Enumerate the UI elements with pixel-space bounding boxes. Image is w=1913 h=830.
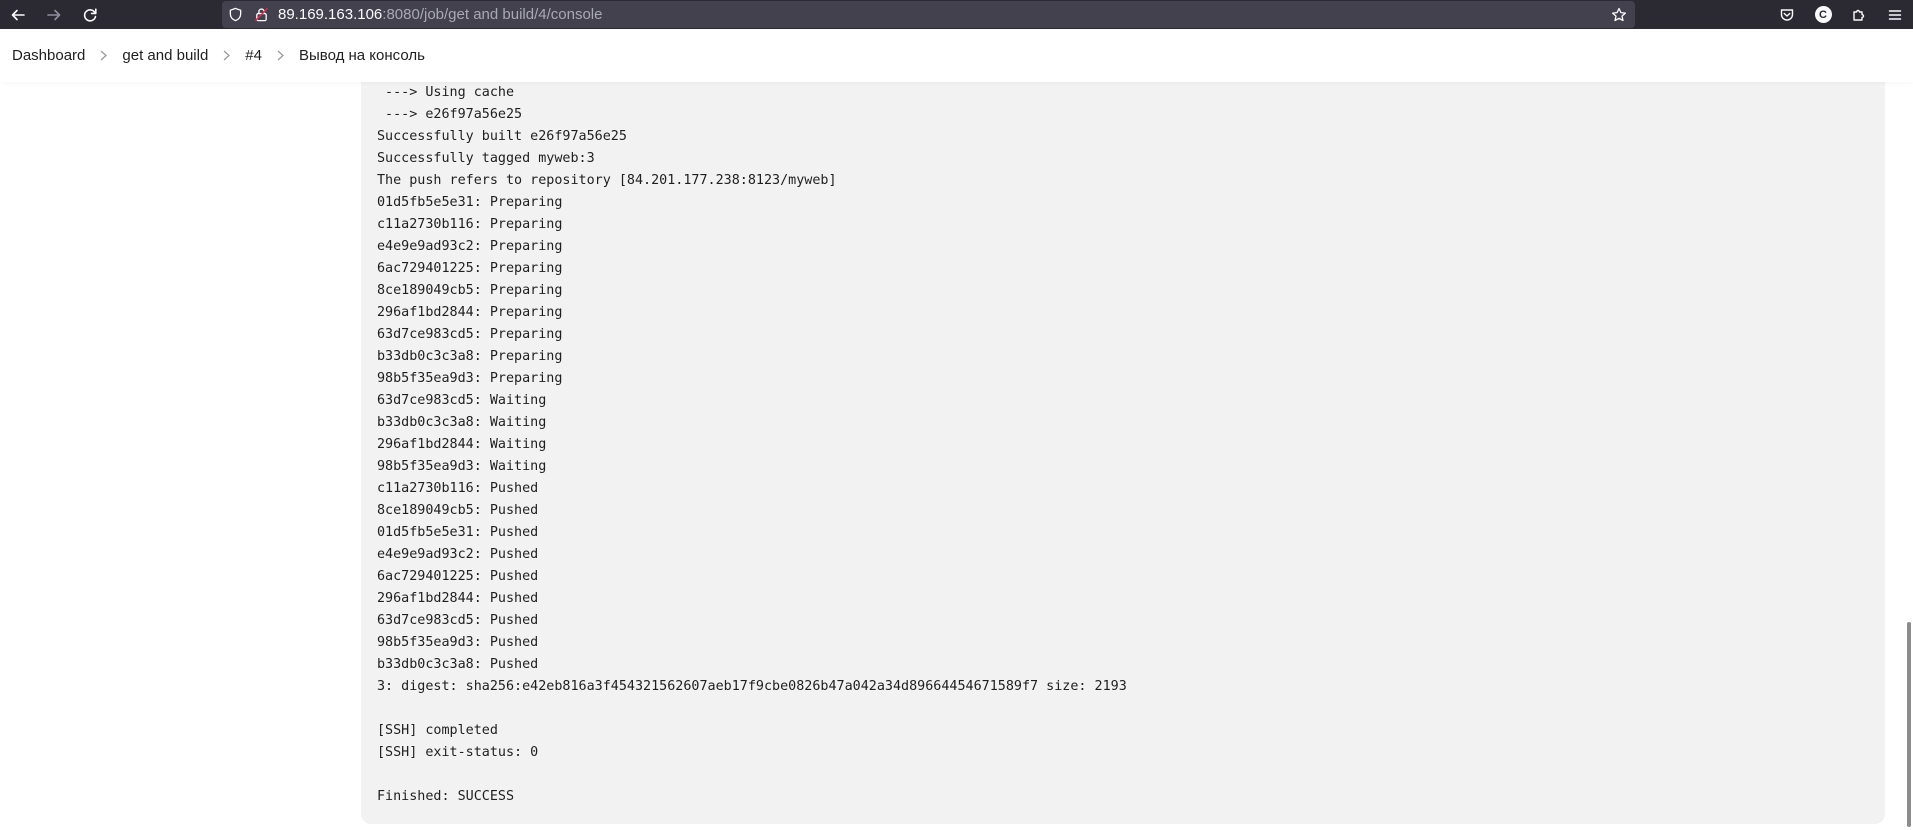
pocket-icon: [1780, 8, 1794, 21]
url-text: 89.169.163.106:8080/job/get and build/4/…: [278, 6, 602, 23]
console-line: b33db0c3c3a8: Preparing: [377, 349, 563, 364]
console-line: 8ce189049cb5: Pushed: [377, 503, 539, 518]
chevron-right-icon: [276, 50, 285, 61]
reload-button[interactable]: [72, 0, 108, 29]
url-host: 89.169.163.106: [278, 6, 383, 23]
puzzle-icon: [1853, 9, 1865, 21]
account-button[interactable]: C: [1805, 0, 1841, 29]
console-line: ---> Using cache: [377, 85, 515, 100]
console-line: 296af1bd2844: Waiting: [377, 437, 547, 452]
breadcrumb: Dashboard get and build #4 Вывод на конс…: [0, 29, 1913, 82]
console-line: Successfully tagged myweb:3: [377, 151, 595, 166]
console-line: 63d7ce983cd5: Waiting: [377, 393, 547, 408]
console-line: 01d5fb5e5e31: Pushed: [377, 525, 539, 540]
address-bar[interactable]: 89.169.163.106:8080/job/get and build/4/…: [222, 1, 1635, 28]
console-line: ---> e26f97a56e25: [377, 107, 523, 122]
scrollbar-thumb[interactable]: [1907, 622, 1911, 827]
console-line: 63d7ce983cd5: Pushed: [377, 613, 539, 628]
console-line: 63d7ce983cd5: Preparing: [377, 327, 563, 342]
arrow-left-icon: [11, 9, 25, 20]
console-line: 3: digest: sha256:e42eb816a3f45432156260…: [377, 679, 1127, 694]
arrow-right-icon: [47, 9, 61, 20]
insecure-lock-icon[interactable]: [248, 1, 274, 28]
breadcrumb-job[interactable]: get and build: [122, 43, 208, 68]
menu-button[interactable]: [1877, 0, 1913, 29]
console-line: 296af1bd2844: Pushed: [377, 591, 539, 606]
console-line: [SSH] exit-status: 0: [377, 745, 539, 760]
console-line: b33db0c3c3a8: Pushed: [377, 657, 539, 672]
console-line: 98b5f35ea9d3: Waiting: [377, 459, 547, 474]
console-line: 98b5f35ea9d3: Preparing: [377, 371, 563, 386]
console-line: 6ac729401225: Preparing: [377, 261, 563, 276]
hamburger-menu-icon: [1888, 9, 1902, 20]
console-line: c11a2730b116: Pushed: [377, 481, 539, 496]
console-line: Finished: SUCCESS: [377, 789, 515, 804]
chevron-right-icon: [99, 50, 108, 61]
avatar: C: [1814, 6, 1832, 23]
console-line: The push refers to repository [84.201.17…: [377, 173, 837, 188]
browser-toolbar: 89.169.163.106:8080/job/get and build/4/…: [0, 0, 1913, 29]
url-path: :8080/job/get and build/4/console: [382, 6, 603, 23]
reload-icon: [83, 7, 97, 22]
forward-button[interactable]: [36, 0, 72, 29]
breadcrumb-dashboard[interactable]: Dashboard: [12, 43, 85, 68]
breadcrumb-console-output[interactable]: Вывод на консоль: [299, 43, 425, 68]
breadcrumb-build[interactable]: #4: [245, 43, 262, 68]
console-line: [SSH] completed: [377, 723, 498, 738]
tracking-protection-shield-icon[interactable]: [222, 1, 248, 28]
toolbar-right: C: [1769, 0, 1913, 29]
console-output: ---> Using cache ---> e26f97a56e25 Succe…: [361, 60, 1885, 824]
extensions-button[interactable]: [1841, 0, 1877, 29]
console-line: b33db0c3c3a8: Waiting: [377, 415, 547, 430]
console-line: 01d5fb5e5e31: Preparing: [377, 195, 563, 210]
star-icon: [1611, 7, 1627, 21]
back-button[interactable]: [0, 0, 36, 29]
console-line: e4e9e9ad93c2: Preparing: [377, 239, 563, 254]
bookmark-star-button[interactable]: [1611, 1, 1627, 28]
page-scrollbar[interactable]: [1905, 82, 1913, 830]
console-line: 6ac729401225: Pushed: [377, 569, 539, 584]
console-line: c11a2730b116: Preparing: [377, 217, 563, 232]
pocket-button[interactable]: [1769, 0, 1805, 29]
chevron-right-icon: [222, 50, 231, 61]
console-line: e4e9e9ad93c2: Pushed: [377, 547, 539, 562]
console-line: 8ce189049cb5: Preparing: [377, 283, 563, 298]
console-line: 296af1bd2844: Preparing: [377, 305, 563, 320]
console-line: Successfully built e26f97a56e25: [377, 129, 627, 144]
console-line: 98b5f35ea9d3: Pushed: [377, 635, 539, 650]
